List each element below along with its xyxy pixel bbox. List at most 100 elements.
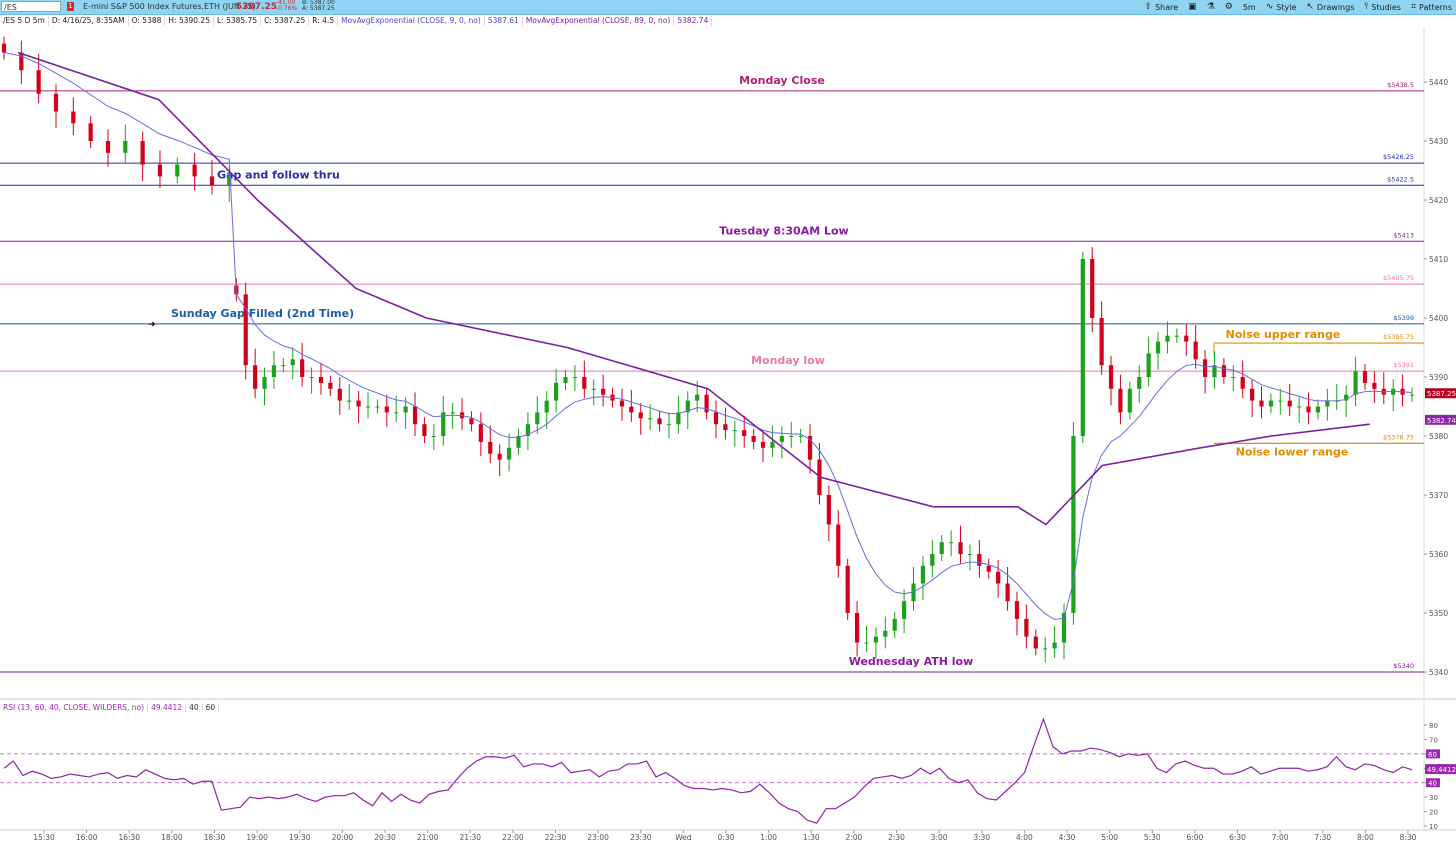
last-price: 5387.25 — [236, 2, 277, 12]
candle-body — [1174, 335, 1179, 337]
patterns-button[interactable]: ⌗ Patterns — [1411, 2, 1452, 12]
time-tick-label: 18:00 — [161, 833, 183, 842]
price-pane-bg — [0, 28, 1424, 698]
rsi-study-label[interactable]: RSI (13, 60, 40, CLOSE, WILDERS, no) — [0, 703, 149, 713]
candle-body — [469, 418, 474, 425]
studies-icon: ⫯ — [1364, 2, 1369, 12]
candle-body — [1344, 394, 1349, 401]
time-tick-label: 0:30 — [718, 833, 735, 842]
candle-body — [1409, 394, 1415, 396]
candle-body — [422, 424, 427, 436]
noise-lower-label: Noise lower range — [1236, 445, 1349, 458]
patterns-icon: ⌗ — [1410, 2, 1417, 12]
alert-flag-icon[interactable]: 1 — [67, 2, 74, 11]
noise-upper-label: Noise upper range — [1226, 328, 1341, 341]
candle-body — [657, 418, 662, 425]
candle-body — [1024, 618, 1029, 637]
candle-body — [854, 613, 860, 643]
studies-button[interactable]: ⫯ Studies — [1364, 2, 1401, 12]
style-button[interactable]: ∿ Style — [1266, 2, 1297, 12]
symbol-input[interactable]: /ES — [1, 1, 61, 12]
candle-body — [798, 436, 803, 437]
candle-body — [1250, 388, 1255, 401]
candle-body — [209, 176, 215, 186]
candle-body — [105, 141, 111, 153]
rsi-level-box — [1426, 749, 1440, 759]
bar-high: H: 5390.25 — [165, 16, 214, 26]
candle-body — [497, 453, 502, 460]
aggregation-label[interactable]: /ES 5 D 5m — [0, 16, 49, 26]
ema89-study-label[interactable]: MovAvgExponential (CLOSE, 89, 0, no) — [523, 16, 675, 26]
candle-body — [920, 565, 926, 584]
bar-date: D: 4/16/25, 8:35AM — [49, 16, 129, 26]
candle-body — [826, 495, 831, 525]
time-tick-label: 23:30 — [630, 833, 652, 842]
settings-button[interactable]: ⚙ — [1225, 2, 1233, 12]
price-tick-label: 5430 — [1429, 137, 1448, 146]
bar-low: L: 5385.75 — [214, 16, 262, 26]
candle-body — [243, 294, 248, 366]
candle-body — [939, 542, 944, 554]
candle-body — [1080, 259, 1085, 436]
rsi-tick-label: 80 — [1429, 722, 1438, 730]
time-tick-label: 3:30 — [973, 833, 990, 842]
bar-open: O: 5388 — [129, 16, 166, 26]
candle-body — [365, 406, 371, 408]
pct-change: -0.76% — [276, 5, 298, 12]
candle-body — [271, 365, 277, 377]
rsi-line — [3, 717, 1413, 824]
candle-body — [1005, 583, 1010, 602]
candle-body — [347, 400, 352, 402]
candle-body — [845, 565, 850, 613]
candle-body — [403, 406, 408, 413]
candle-body — [817, 459, 822, 495]
price-chart[interactable]: 5340 5350 5360 5370 5380 5390 5400 5410 5420 5430… — [0, 0, 1456, 842]
candle-body — [1315, 406, 1321, 413]
lab-button[interactable]: ⚗ — [1207, 2, 1215, 12]
candle-body — [318, 377, 324, 383]
candle-body — [563, 377, 568, 383]
candle-body — [742, 430, 747, 436]
candle-body — [779, 436, 784, 442]
share-icon: ⇪ — [1144, 2, 1153, 12]
level-annotation: Wednesday ATH low — [849, 655, 974, 668]
snapshot-button[interactable]: ▣ — [1188, 2, 1197, 12]
candle-body — [1033, 636, 1038, 649]
candle-body — [459, 412, 465, 419]
rsi-tick-label: 10 — [1429, 823, 1438, 831]
candle-body — [36, 70, 41, 94]
candle-body — [732, 430, 737, 432]
candle-body — [704, 394, 709, 413]
ema9-study-label[interactable]: MovAvgExponential (CLOSE, 9, 0, no) — [338, 16, 485, 26]
candle-body — [1137, 377, 1142, 389]
time-tick-label: 21:00 — [417, 833, 439, 842]
timeframe-button[interactable]: 5m — [1243, 3, 1256, 12]
time-tick-label: 20:30 — [374, 833, 396, 842]
price-tick-label: 5410 — [1429, 255, 1448, 264]
candle-body — [262, 377, 267, 389]
ema9-study-value: 5387.61 — [485, 16, 523, 26]
time-tick-label: 16:00 — [76, 833, 98, 842]
rsi-tick-label: 50 — [1429, 765, 1438, 773]
candle-body — [1362, 371, 1368, 383]
level-price-tag: $5422.5 — [1387, 175, 1414, 183]
time-tick-label: 2:00 — [845, 833, 862, 842]
candle-body — [1, 43, 7, 53]
time-tick-label: 16:30 — [118, 833, 140, 842]
drawings-label: Drawings — [1316, 2, 1355, 12]
candle-body — [864, 642, 869, 644]
candle-body — [676, 412, 681, 425]
candle-body — [309, 377, 314, 378]
share-button[interactable]: ⇪ Share — [1145, 2, 1179, 12]
candle-body — [516, 436, 521, 448]
candle-body — [949, 542, 954, 544]
candle-body — [751, 436, 756, 442]
level-price-tag: $5391 — [1393, 361, 1414, 369]
drawings-button[interactable]: ↖ Drawings — [1306, 2, 1354, 12]
candle-body — [478, 424, 483, 442]
style-icon: ∿ — [1265, 2, 1274, 12]
candle-body — [384, 406, 389, 413]
price-tick-label: 5350 — [1429, 609, 1448, 618]
candle-body — [1212, 365, 1217, 377]
candle-body — [1306, 406, 1311, 413]
